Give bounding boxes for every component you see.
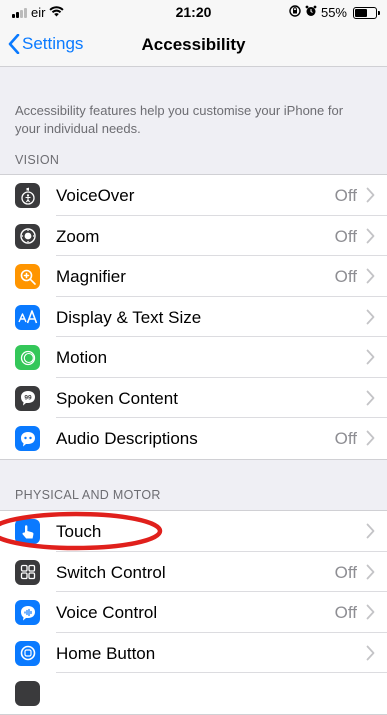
list-item-voice-control[interactable]: Voice Control Off [0,592,387,633]
battery-percent: 55% [320,5,347,20]
section-header-vision: VISION [15,153,60,167]
list-item-zoom[interactable]: Zoom Off [0,216,387,256]
item-label: VoiceOver [56,186,135,205]
chevron-right-icon [366,349,375,365]
description-text: Accessibility features help you customis… [15,103,344,136]
voice-control-icon [15,600,40,625]
list-item-switch-control[interactable]: Switch Control Off [0,552,387,592]
item-label: Display & Text Size [56,307,202,327]
item-label: Home Button [56,643,156,663]
home-button-icon [15,640,40,666]
orientation-lock-icon [289,5,301,20]
status-right: 55% [289,5,380,20]
navigation-bar: Settings Accessibility [0,26,387,67]
chevron-right-icon [366,430,375,446]
magnifier-icon [15,264,40,289]
chevron-right-icon [366,309,375,324]
list-item-audio-descriptions[interactable]: Audio Descriptions Off [0,418,387,459]
item-label: Zoom [56,226,100,246]
page-title: Accessibility [141,35,246,54]
item-label: Voice Control [56,603,158,622]
physical-motor-list: Touch Switch Control Off Voice Control O… [0,510,387,715]
list-item-spoken-content[interactable]: 99 Spoken Content [0,378,387,418]
item-value: Off [334,562,357,582]
chevron-right-icon [366,564,375,579]
zoom-icon [15,223,40,249]
chevron-right-icon [366,523,375,539]
list-item-voiceover[interactable]: VoiceOver Off [0,175,387,216]
chevron-right-icon [366,228,375,243]
item-label: Magnifier [56,267,126,286]
item-label: Motion [56,348,108,367]
spoken-content-icon: 99 [15,385,40,411]
motion-icon [15,345,40,370]
touch-icon [15,519,40,544]
chevron-right-icon [366,187,375,203]
svg-text:99: 99 [24,395,32,402]
item-value: Off [334,267,357,286]
chevron-right-icon [366,268,375,284]
item-value: Off [334,226,357,246]
item-label: Touch [56,522,102,541]
chevron-right-icon [366,390,375,405]
item-label: Spoken Content [56,388,178,408]
item-value: Off [334,186,357,205]
item-value: Off [334,429,357,448]
vision-list: VoiceOver Off Zoom Off Magnifier Off Dis… [0,174,387,460]
list-item-magnifier[interactable]: Magnifier Off [0,256,387,297]
list-item-partial[interactable] [0,673,387,714]
audio-descriptions-icon [15,426,40,451]
chevron-right-icon [366,645,375,660]
chevron-right-icon [366,604,375,620]
list-item-touch[interactable]: Touch [0,511,387,552]
display-text-icon [15,304,40,330]
alarm-icon [305,5,317,20]
list-item-home-button[interactable]: Home Button [0,633,387,673]
switch-control-icon [15,559,40,585]
section-header-physical-motor: PHYSICAL AND MOTOR [15,488,161,502]
item-value: Off [334,603,357,622]
list-item-motion[interactable]: Motion [0,337,387,378]
voiceover-icon [15,183,40,208]
item-label: Switch Control [56,562,166,582]
apple-tv-remote-icon [15,681,40,706]
battery-icon [353,6,380,19]
status-bar: eir 21:20 55% [0,0,387,26]
list-item-display-text-size[interactable]: Display & Text Size [0,297,387,337]
item-label: Audio Descriptions [56,429,198,448]
